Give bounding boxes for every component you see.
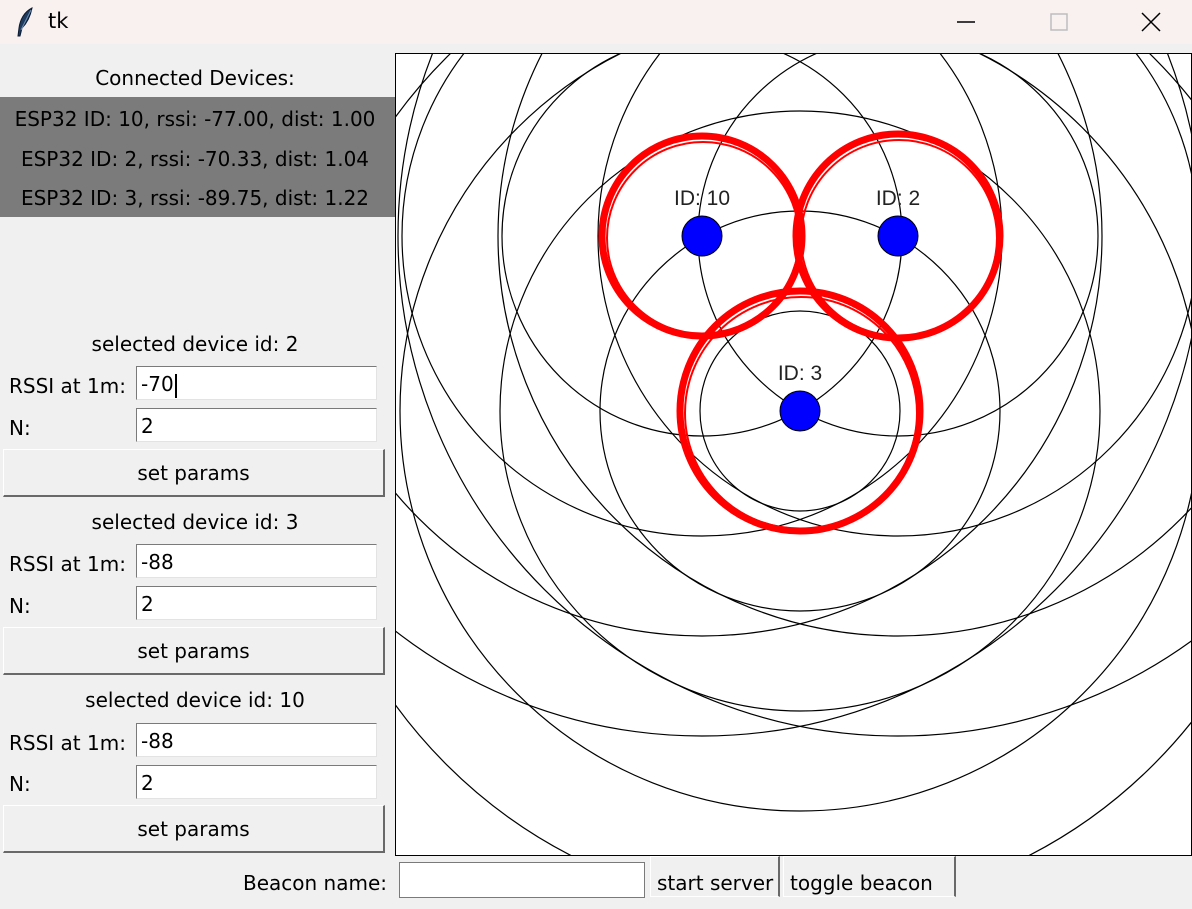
n-label: N: [9,416,31,440]
bottom-toolbar: Beacon name: start server toggle beacon [0,856,1192,898]
window-title: tk [48,9,69,33]
device-list-item[interactable]: ESP32 ID: 10, rssi: -77.00, dist: 1.00 [0,107,390,131]
range-ring [396,54,1191,855]
range-ring [399,54,1191,812]
n-input[interactable]: 2 [136,586,377,620]
selected-device-title: selected device id: 2 [91,332,299,356]
connected-devices-header: Connected Devices: [95,66,295,90]
toggle-beacon-button[interactable]: toggle beacon [783,856,956,897]
range-ring [396,54,1103,637]
feather-icon [14,6,38,38]
rssi-input[interactable]: -70 [136,366,377,400]
rssi-label: RSSI at 1m: [9,374,126,398]
text-caret [174,373,177,398]
map-drawing: ID: 10 ID: 2 ID: 3 [396,54,1191,855]
device-listbox[interactable]: ESP32 ID: 10, rssi: -77.00, dist: 1.00 E… [0,97,395,217]
beacon-range-circles [598,130,1004,535]
beacon-label: ID: 2 [876,187,920,210]
title-bar: tk [0,0,1192,44]
beacon-dot[interactable] [681,215,723,257]
set-params-button[interactable]: set params [3,805,385,853]
device-list-item[interactable]: ESP32 ID: 3, rssi: -89.75, dist: 1.22 [0,186,390,210]
beacon-name-input[interactable] [399,862,645,898]
close-icon[interactable] [1128,0,1174,44]
minimize-icon[interactable] [943,0,989,44]
set-params-button[interactable]: set params [3,627,385,675]
range-rings [396,54,1191,855]
beacon-label: ID: 10 [674,187,730,210]
n-input[interactable]: 2 [136,408,377,442]
rssi-label: RSSI at 1m: [9,731,126,755]
selected-device-title: selected device id: 3 [91,510,299,534]
n-label: N: [9,772,31,796]
rssi-input[interactable]: -88 [136,723,377,757]
range-ring [497,54,1191,637]
beacon-dot[interactable] [877,215,919,257]
n-input[interactable]: 2 [136,765,377,799]
rssi-input[interactable]: -88 [136,544,377,578]
beacon-dot[interactable] [779,390,821,432]
set-params-button[interactable]: set params [3,449,385,497]
device-list-item[interactable]: ESP32 ID: 2, rssi: -70.33, dist: 1.04 [0,147,390,171]
beacon-label: ID: 3 [778,362,822,385]
selected-device-title: selected device id: 10 [85,688,305,712]
n-label: N: [9,594,31,618]
start-server-button[interactable]: start server [650,856,780,897]
beacon-name-label: Beacon name: [243,871,388,895]
maximize-icon[interactable] [1036,0,1082,44]
rssi-label: RSSI at 1m: [9,552,126,576]
map-canvas[interactable]: ID: 10 ID: 2 ID: 3 [395,53,1192,856]
